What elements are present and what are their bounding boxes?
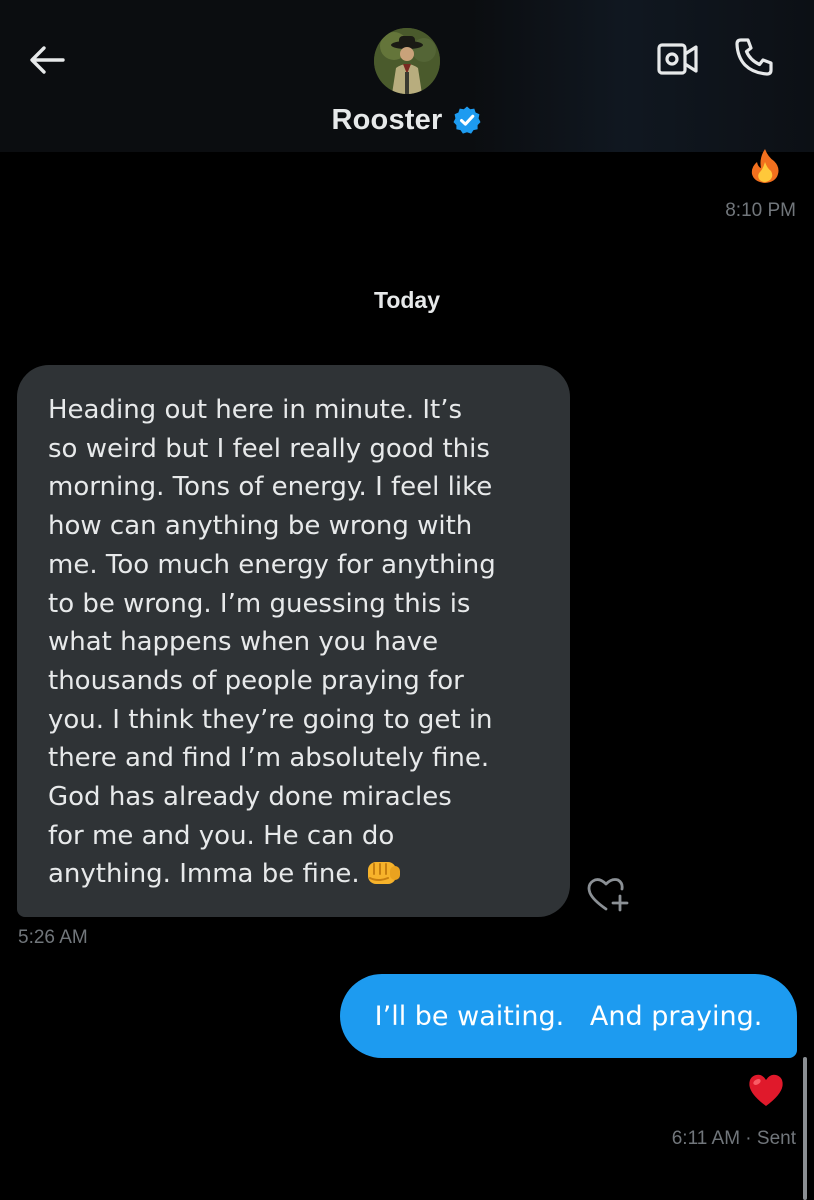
back-button[interactable] (26, 40, 68, 80)
message-timestamp: 8:10 PM (725, 200, 796, 221)
add-reaction-button[interactable] (586, 876, 630, 914)
video-camera-icon (657, 43, 698, 75)
incoming-message-bubble[interactable]: Heading out here in minute. It’s so weir… (17, 365, 570, 917)
contact-name-row[interactable]: Rooster (0, 100, 814, 140)
voice-call-button[interactable] (733, 36, 775, 78)
chat-header: Rooster (0, 0, 814, 152)
incoming-message-text: Heading out here in minute. It’s so weir… (48, 395, 496, 890)
phone-icon (735, 38, 773, 76)
red-heart-emoji[interactable] (747, 1072, 785, 1108)
outgoing-message-bubble[interactable]: I’ll be waiting. And praying. (340, 974, 797, 1058)
day-separator: Today (373, 287, 441, 313)
message-timestamp: 5:26 AM (18, 927, 88, 948)
message-status-timestamp: 6:11 AM · Sent (671, 1128, 796, 1149)
scrollbar[interactable] (803, 1057, 807, 1200)
avatar-photo (374, 28, 440, 94)
outgoing-message-text: I’ll be waiting. And praying. (374, 1000, 763, 1032)
video-call-button[interactable] (656, 40, 700, 78)
oncoming-fist-emoji (367, 862, 400, 885)
arrow-left-icon (30, 46, 65, 74)
heart-plus-icon (587, 878, 629, 912)
verified-badge-icon (453, 106, 481, 134)
fire-emoji[interactable] (749, 148, 781, 184)
contact-name: Rooster (331, 103, 443, 136)
contact-avatar[interactable] (374, 28, 440, 94)
